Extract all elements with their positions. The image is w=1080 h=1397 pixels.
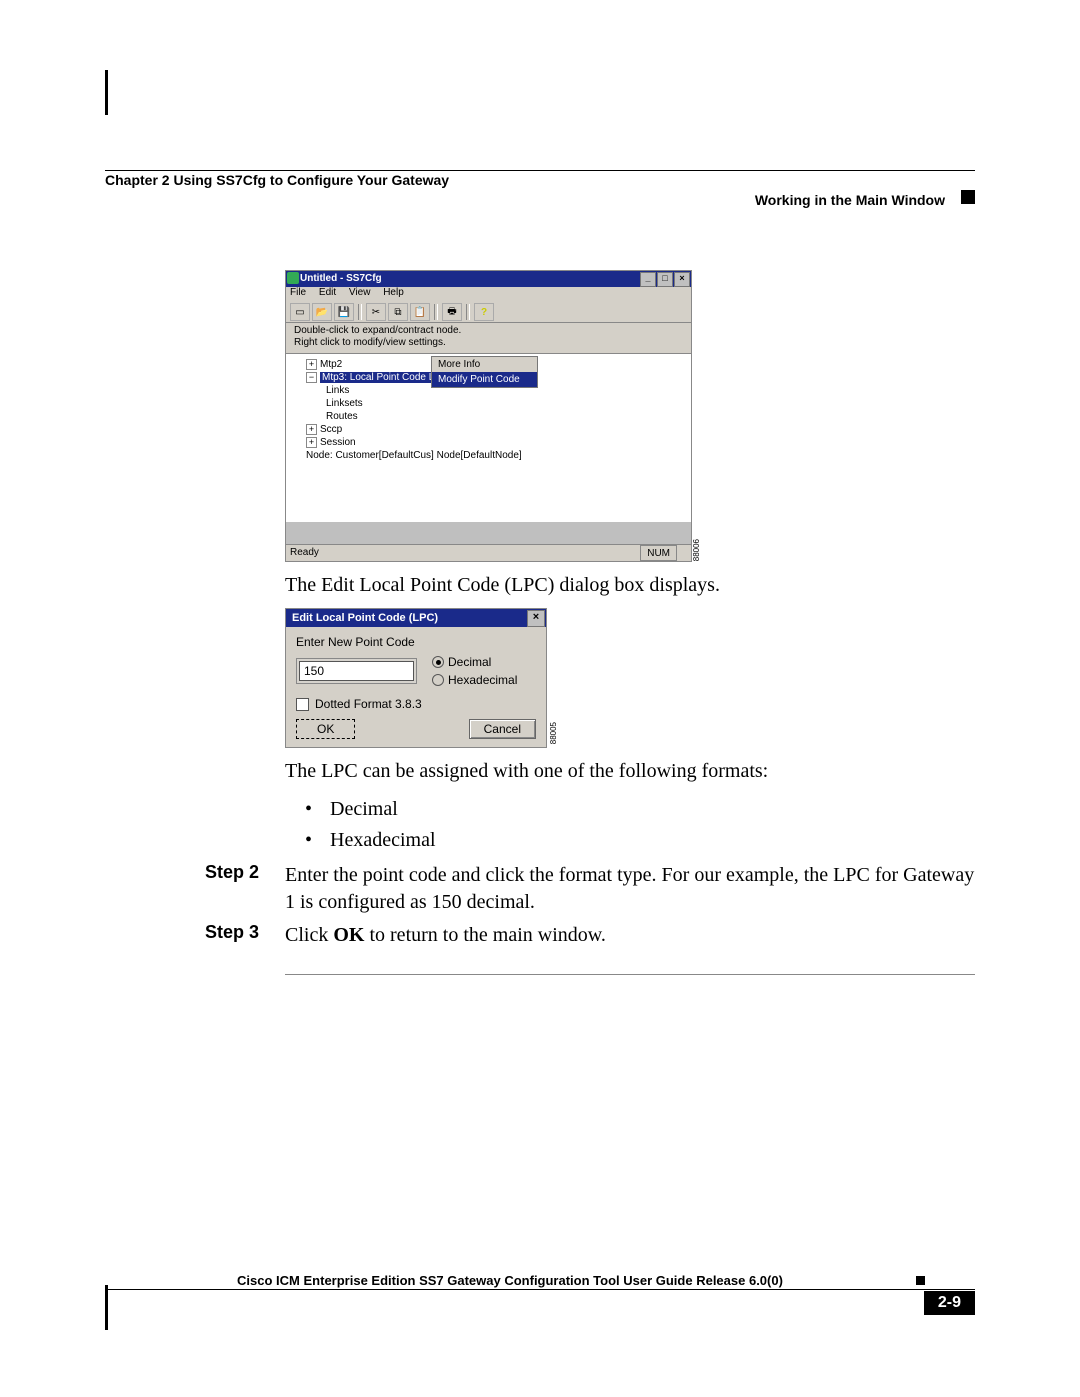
toolbar-separator xyxy=(434,304,438,320)
save-icon[interactable]: 💾 xyxy=(334,303,354,321)
window-title: Untitled - SS7Cfg xyxy=(300,271,382,287)
close-button[interactable]: × xyxy=(527,610,545,627)
dialog-title: Edit Local Point Code (LPC) xyxy=(292,609,438,627)
menu-file[interactable]: File xyxy=(290,287,306,298)
dotted-format-label: Dotted Format 3.8.3 xyxy=(315,697,422,711)
bullet-decimal: Decimal xyxy=(305,794,975,825)
bullet-hex: Hexadecimal xyxy=(305,825,975,856)
step-2: Step 2 Enter the point code and click th… xyxy=(105,862,975,916)
section-end-rule xyxy=(285,974,975,975)
checkbox-icon[interactable] xyxy=(296,698,309,711)
print-icon[interactable]: 🖶 xyxy=(442,303,462,321)
status-ready: Ready xyxy=(290,545,319,561)
step-3: Step 3 Click OK to return to the main wi… xyxy=(105,922,975,949)
radio-decimal-row[interactable]: Decimal xyxy=(432,653,517,671)
radio-hex-row[interactable]: Hexadecimal xyxy=(432,671,517,689)
tree-sccp[interactable]: +Sccp xyxy=(294,423,683,436)
footer-rule xyxy=(105,1289,975,1290)
radio-icon[interactable] xyxy=(432,674,444,686)
open-icon[interactable]: 📂 xyxy=(312,303,332,321)
format-list: Decimal Hexadecimal xyxy=(305,794,975,856)
header-rule xyxy=(105,170,975,171)
copy-icon[interactable]: ⧉ xyxy=(388,303,408,321)
step-2-text: Enter the point code and click the forma… xyxy=(285,862,975,916)
dialog-titlebar: Edit Local Point Code (LPC) × xyxy=(286,609,546,627)
crop-mark-top xyxy=(105,70,108,115)
tree-routes[interactable]: Routes xyxy=(294,410,683,423)
toolbar: ▭ 📂 💾 ✂ ⧉ 📋 🖶 ? xyxy=(286,302,691,323)
crop-mark-bottom xyxy=(105,1285,108,1330)
format-radios: Decimal Hexadecimal xyxy=(432,653,517,689)
menu-edit[interactable]: Edit xyxy=(319,287,336,298)
cancel-button[interactable]: Cancel xyxy=(469,719,536,739)
ctx-more-info[interactable]: More Info xyxy=(432,357,537,372)
statusbar: Ready NUM xyxy=(286,544,691,561)
context-menu: More Info Modify Point Code xyxy=(431,356,538,388)
tree-linksets[interactable]: Linksets xyxy=(294,397,683,410)
hint-text: Double-click to expand/contract node. Ri… xyxy=(286,323,691,354)
footer-title: Cisco ICM Enterprise Edition SS7 Gateway… xyxy=(105,1273,915,1288)
menubar: File Edit View Help xyxy=(286,287,691,302)
toolbar-separator xyxy=(358,304,362,320)
expand-icon[interactable]: + xyxy=(306,424,317,435)
caption-after-shot1: The Edit Local Point Code (LPC) dialog b… xyxy=(285,572,975,598)
ctx-modify-point-code[interactable]: Modify Point Code xyxy=(432,372,537,387)
status-num: NUM xyxy=(640,545,677,561)
page: Chapter 2 Using SS7Cfg to Configure Your… xyxy=(105,70,975,1330)
new-icon[interactable]: ▭ xyxy=(290,303,310,321)
page-number: 2-9 xyxy=(924,1291,975,1315)
step-2-label: Step 2 xyxy=(105,862,285,916)
radio-icon[interactable] xyxy=(432,656,444,668)
window-titlebar: Untitled - SS7Cfg _ □ × xyxy=(286,271,691,287)
paste-icon[interactable]: 📋 xyxy=(410,303,430,321)
screenshot-ss7cfg-window: Untitled - SS7Cfg _ □ × File Edit View H… xyxy=(285,270,692,562)
cut-icon[interactable]: ✂ xyxy=(366,303,386,321)
figure-number: 88006 xyxy=(692,539,701,561)
dotted-format-row[interactable]: Dotted Format 3.8.3 xyxy=(296,697,546,711)
tree-session[interactable]: +Session xyxy=(294,436,683,449)
minimize-button[interactable]: _ xyxy=(640,272,656,287)
figure-number: 88005 xyxy=(549,722,558,744)
section-title: Working in the Main Window xyxy=(755,192,945,208)
close-button[interactable]: × xyxy=(674,272,690,287)
toolbar-separator xyxy=(466,304,470,320)
point-code-input-wrap xyxy=(296,658,417,684)
collapse-icon[interactable]: − xyxy=(306,372,317,383)
help-icon[interactable]: ? xyxy=(474,303,494,321)
maximize-button[interactable]: □ xyxy=(657,272,673,287)
point-code-input[interactable] xyxy=(299,661,414,681)
window-buttons: _ □ × xyxy=(640,272,691,287)
ok-button[interactable]: OK xyxy=(296,719,355,739)
enter-point-code-label: Enter New Point Code xyxy=(296,635,546,649)
tree-node[interactable]: Node: Customer[DefaultCus] Node[DefaultN… xyxy=(294,449,683,462)
screenshot-edit-lpc-dialog: Edit Local Point Code (LPC) × Enter New … xyxy=(285,608,547,748)
app-icon xyxy=(287,272,299,284)
step-3-text: Click OK to return to the main window. xyxy=(285,922,975,949)
step-3-label: Step 3 xyxy=(105,922,285,949)
expand-icon[interactable]: + xyxy=(306,359,317,370)
footer-square-icon xyxy=(916,1276,925,1285)
text-formats-intro: The LPC can be assigned with one of the … xyxy=(285,758,975,784)
chapter-title: Chapter 2 Using SS7Cfg to Configure Your… xyxy=(105,172,449,188)
menu-view[interactable]: View xyxy=(349,287,371,298)
header-square-icon xyxy=(961,190,975,204)
menu-help[interactable]: Help xyxy=(383,287,404,298)
body: Untitled - SS7Cfg _ □ × File Edit View H… xyxy=(105,270,975,975)
dialog-buttons: OK Cancel xyxy=(286,719,546,739)
expand-icon[interactable]: + xyxy=(306,437,317,448)
